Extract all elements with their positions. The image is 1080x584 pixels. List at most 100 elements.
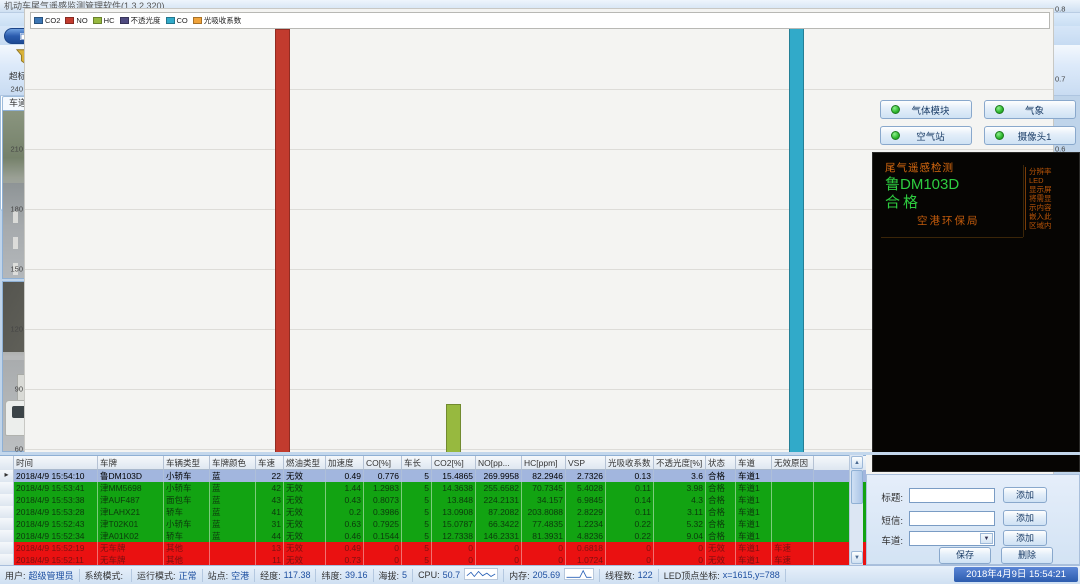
table-cell: 0.2: [326, 506, 364, 518]
table-cell: 2018/4/9 15:53:28: [14, 506, 98, 518]
table-cell: 82.2946: [522, 470, 566, 482]
status-label: 线程数:: [605, 569, 635, 582]
column-header-11[interactable]: HC[ppm]: [522, 456, 566, 470]
add-title-button[interactable]: 添加: [1003, 487, 1047, 503]
column-header-14[interactable]: 不透光度[%]: [654, 456, 706, 470]
legend-label: NO: [76, 16, 87, 25]
status-value: x=1615,y=788: [723, 570, 780, 580]
table-cell: 2018/4/9 15:52:43: [14, 518, 98, 530]
status-item: 运行模式:正常: [132, 569, 203, 582]
column-header-5[interactable]: 燃油类型: [284, 456, 326, 470]
table-row[interactable]: 2018/4/9 15:52:43津T02K01小轿车蓝31无效0.630.79…: [0, 518, 866, 530]
gridline: [25, 149, 1053, 150]
table-cell: 2018/4/9 15:54:10: [14, 470, 98, 482]
column-header-1[interactable]: 车牌: [98, 456, 164, 470]
camera1-button[interactable]: 摄像头1: [984, 126, 1076, 145]
column-header-7[interactable]: CO[%]: [364, 456, 402, 470]
status-label: 经度:: [260, 569, 281, 582]
status-led-icon: [891, 105, 900, 114]
table-cell: 0.13: [606, 470, 654, 482]
status-bar: 用户:超级管理员系统模式:运行模式:正常站点:空港经度:117.38纬度:39.…: [0, 565, 1080, 584]
table-cell: 0: [654, 542, 706, 554]
gridline: [25, 89, 1053, 90]
row-gutter: [0, 482, 14, 494]
table-cell: 13: [256, 542, 284, 554]
table-cell: 轿车: [164, 506, 210, 518]
status-label: 用户:: [5, 569, 26, 582]
table-cell: 无效: [284, 482, 326, 494]
table-cell: 轿车: [164, 530, 210, 542]
table-cell: 津MM5698: [98, 482, 164, 494]
column-header-13[interactable]: 光吸收系数: [606, 456, 654, 470]
column-header-12[interactable]: VSP: [566, 456, 606, 470]
column-header-2[interactable]: 车辆类型: [164, 456, 210, 470]
table-row[interactable]: ▸2018/4/9 15:54:10鲁DM103D小轿车蓝22无效0.490.7…: [0, 470, 866, 482]
button-label: 气象: [1012, 103, 1057, 117]
table-cell: 2018/4/9 15:52:19: [14, 542, 98, 554]
column-header-17[interactable]: 无效原因: [772, 456, 814, 470]
legend-label: 光吸收系数: [204, 15, 242, 26]
column-header-3[interactable]: 车牌颜色: [210, 456, 256, 470]
table-scrollbar[interactable]: ▲ ▼: [849, 455, 863, 565]
gas-module-button[interactable]: 气体模块: [880, 100, 972, 119]
row-gutter: [0, 518, 14, 530]
table-cell: 1.2234: [566, 518, 606, 530]
column-header-10[interactable]: NO[pp...: [476, 456, 522, 470]
column-header-16[interactable]: 车道: [736, 456, 772, 470]
table-cell: 车速: [772, 542, 814, 554]
title-input[interactable]: [909, 488, 995, 503]
led-divider: [1023, 165, 1024, 237]
table-cell: 蓝: [210, 494, 256, 506]
table-row[interactable]: 2018/4/9 15:53:41津MM5698小轿车蓝42无效1.441.29…: [0, 482, 866, 494]
table-cell: 2018/4/9 15:52:34: [14, 530, 98, 542]
add-lane-button[interactable]: 添加: [1003, 530, 1047, 546]
table-row[interactable]: 2018/4/9 15:53:38津AUF487面包车蓝43无效0.430.80…: [0, 494, 866, 506]
legend-label: 不透光度: [131, 15, 161, 26]
scroll-thumb[interactable]: [851, 470, 863, 504]
save-button[interactable]: 保存: [939, 547, 991, 564]
scroll-down-icon[interactable]: ▼: [851, 551, 863, 564]
lane-select[interactable]: ▼: [909, 531, 995, 546]
scroll-up-icon[interactable]: ▲: [851, 456, 863, 469]
status-label: 海拔:: [379, 569, 400, 582]
legend-item: HC: [93, 15, 115, 26]
column-header-0[interactable]: 时间: [14, 456, 98, 470]
delete-button[interactable]: 删除: [1001, 547, 1053, 564]
add-sms-button[interactable]: 添加: [1003, 510, 1047, 526]
status-label: 纬度:: [321, 569, 342, 582]
sms-input[interactable]: [909, 511, 995, 526]
column-header-4[interactable]: 车速: [256, 456, 284, 470]
table-cell: 蓝: [210, 530, 256, 542]
column-header-8[interactable]: 车长: [402, 456, 432, 470]
table-cell: 蓝: [210, 482, 256, 494]
table-cell: 小轿车: [164, 482, 210, 494]
lane-field-label: 车道:: [873, 533, 903, 547]
weather-button[interactable]: 气象: [984, 100, 1076, 119]
led-org: 空港环保局: [917, 213, 980, 228]
table-row[interactable]: 2018/4/9 15:52:34津A01K02轿车蓝44无效0.460.154…: [0, 530, 866, 542]
column-header-6[interactable]: 加速度: [326, 456, 364, 470]
table-row[interactable]: 2018/4/9 15:52:19无车牌其他13无效0.49050000.681…: [0, 542, 866, 554]
table-cell: 146.2331: [476, 530, 522, 542]
table-cell: 0.776: [364, 470, 402, 482]
column-header-9[interactable]: CO2[%]: [432, 456, 476, 470]
table-cell: 合格: [706, 518, 736, 530]
table-cell: 13.0908: [432, 506, 476, 518]
table-cell: 无效: [706, 542, 736, 554]
table-cell: 70.7345: [522, 482, 566, 494]
table-cell: 0.46: [326, 530, 364, 542]
status-item: 海拔:5: [374, 569, 414, 582]
air-station-button[interactable]: 空气站: [880, 126, 972, 145]
row-gutter: [0, 530, 14, 542]
table-cell: 0: [606, 542, 654, 554]
legend-swatch: [120, 17, 129, 24]
table-cell: 车道1: [736, 506, 772, 518]
table-row[interactable]: 2018/4/9 15:53:28津LAHX21轿车蓝41无效0.20.3986…: [0, 506, 866, 518]
results-table: 时间车牌车辆类型车牌颜色车速燃油类型加速度CO[%]车长CO2[%]NO[pp.…: [0, 455, 866, 565]
table-cell: [772, 518, 814, 530]
column-header-15[interactable]: 状态: [706, 456, 736, 470]
status-value: 空港: [231, 569, 249, 582]
table-cell: 合格: [706, 482, 736, 494]
exhaust-bar-chart: 030609012015018021024000.10.20.30.40.50.…: [0, 0, 193, 211]
table-cell: 41: [256, 506, 284, 518]
